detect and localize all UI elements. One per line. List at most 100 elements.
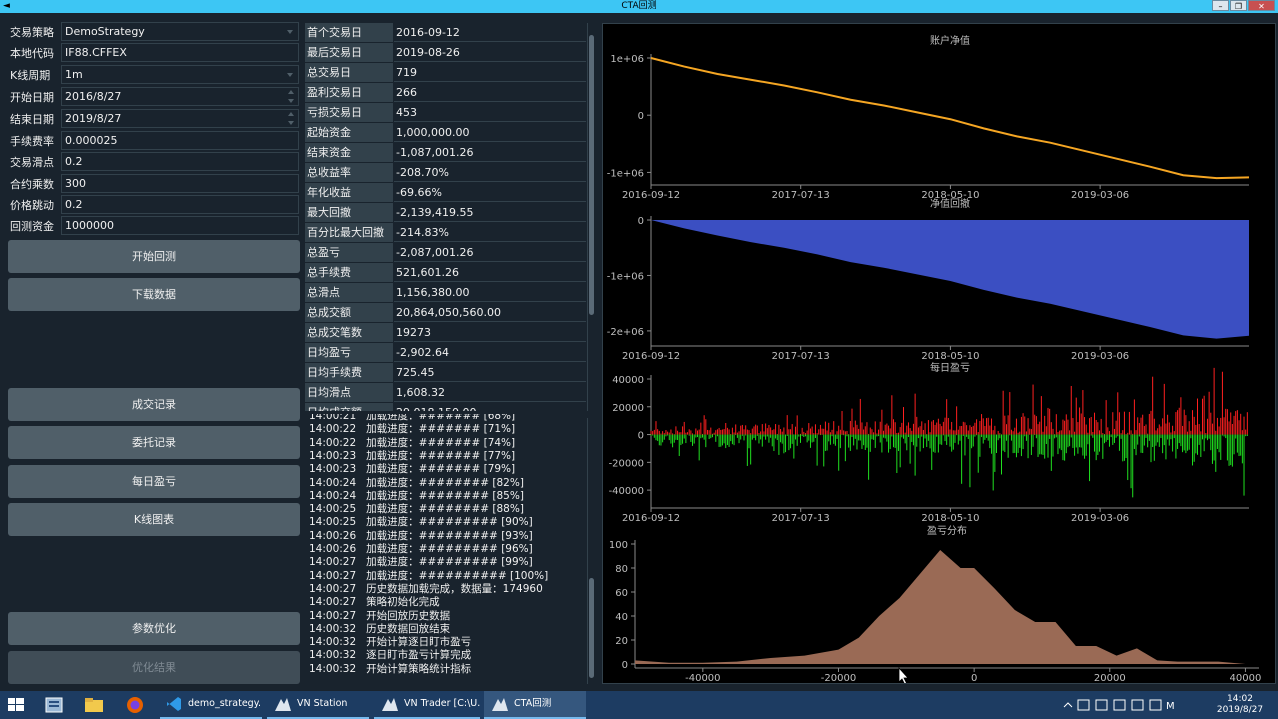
minimize-button[interactable]: –	[1212, 0, 1229, 11]
taskbar-item-label: VN Trader [C:\U...	[404, 698, 480, 709]
x-tick-label: 2017-07-13	[772, 351, 830, 362]
taskbar-item-vn-trader[interactable]: VN Trader [C:\U...	[374, 691, 480, 719]
stat-row: 最后交易日 2019-08-26	[305, 43, 590, 63]
stat-key: 盈利交易日	[305, 83, 393, 102]
log-message: 加载进度：####### [77%]	[366, 449, 516, 462]
statistics-scroll-thumb[interactable]	[589, 35, 594, 315]
y-tick-label: 60	[615, 588, 628, 599]
taskbar-item-label: demo_strategy....	[188, 698, 262, 709]
daily-pnl-button[interactable]: 每日盈亏	[8, 465, 300, 498]
log-message: 策略初始化完成	[366, 596, 440, 609]
stat-row: 最大回撤 -2,139,419.55	[305, 203, 590, 223]
param-optimize-button[interactable]: 参数优化	[8, 612, 300, 645]
optimize-result-button: 优化结果	[8, 651, 300, 684]
stat-value: 2016-09-12	[394, 23, 586, 42]
stat-key: 总成交额	[305, 303, 393, 322]
stat-row: 总成交额 20,864,050,560.00	[305, 303, 590, 323]
field-date-spinbox[interactable]: 2016/8/27	[61, 87, 299, 106]
form-row: 本地代码 IF88.CFFEX	[0, 42, 304, 63]
stat-row: 首个交易日 2016-09-12	[305, 23, 590, 43]
start-button[interactable]	[6, 695, 28, 715]
form-row: 回测资金 1000000	[0, 215, 304, 236]
form-row: 交易策略 DemoStrategy	[0, 21, 304, 42]
field-combobox[interactable]: 1m	[61, 65, 299, 84]
statistics-scrollbar[interactable]	[587, 23, 595, 411]
stat-row: 起始资金 1,000,000.00	[305, 123, 590, 143]
log-line: 14:00:26 加载进度：######### [96%]	[309, 543, 533, 556]
x-tick-label: 2018-05-10	[921, 351, 979, 362]
log-line: 14:00:23 加载进度：####### [77%]	[309, 450, 515, 463]
field-input[interactable]: 0.000025	[61, 131, 299, 150]
file-explorer-icon[interactable]	[83, 695, 105, 715]
stat-key: 首个交易日	[305, 23, 393, 42]
maximize-button[interactable]: ❐	[1230, 0, 1247, 11]
field-input[interactable]: 0.2	[61, 152, 299, 171]
close-button[interactable]: ✕	[1248, 0, 1275, 11]
field-input[interactable]: 300	[61, 174, 299, 193]
log-panel[interactable]: 14:00:21 加载进度：####### [68%] 14:00:22 加载进度…	[305, 414, 596, 684]
field-input[interactable]: IF88.CFFEX	[61, 43, 299, 62]
field-label: 交易策略	[10, 26, 54, 39]
y-tick-label: 1e+06	[610, 54, 644, 65]
stat-key: 总收益率	[305, 163, 393, 182]
field-input[interactable]: 1000000	[61, 216, 299, 235]
stat-value: 725.45	[394, 363, 586, 382]
y-tick-label: -1e+06	[607, 271, 644, 282]
field-label: 开始日期	[10, 91, 54, 104]
taskbar-item-cta-backtest[interactable]: CTA回测	[484, 691, 586, 719]
log-line: 14:00:27 加载进度：########## [100%]	[309, 570, 548, 583]
y-tick-label: -1e+06	[607, 168, 644, 179]
tray-clock[interactable]: 14:02 2019/8/27	[1210, 694, 1270, 716]
log-message: 历史数据回放结束	[366, 622, 451, 635]
taskbar-item-vn-station[interactable]: VN Station	[267, 691, 369, 719]
stat-row: 总滑点 1,156,380.00	[305, 283, 590, 303]
log-message: 加载进度：######## [88%]	[366, 503, 524, 516]
log-time: 14:00:22	[309, 436, 357, 449]
log-message: 逐日盯市盈亏计算完成	[366, 649, 472, 662]
download-data-button[interactable]: 下载数据	[8, 278, 300, 311]
x-tick-label: 2019-03-06	[1071, 351, 1129, 362]
stat-row: 总成交笔数 19273	[305, 323, 590, 343]
stat-value: 719	[394, 63, 586, 82]
log-scrollbar[interactable]	[587, 418, 595, 684]
log-message: 加载进度：########## [100%]	[366, 569, 549, 582]
field-input[interactable]: 0.2	[61, 195, 299, 214]
clock-time: 14:02	[1227, 694, 1253, 704]
log-scroll-thumb[interactable]	[589, 578, 594, 678]
log-line: 14:00:23 加载进度：####### [79%]	[309, 463, 515, 476]
log-message: 加载进度：######### [99%]	[366, 556, 533, 569]
tray-app-icon	[1131, 699, 1144, 711]
start-backtest-button[interactable]: 开始回测	[8, 240, 300, 273]
order-records-button[interactable]: 委托记录	[8, 426, 300, 459]
kline-chart-button[interactable]: K线图表	[8, 503, 300, 536]
field-label: 合约乘数	[10, 178, 54, 191]
server-manager-icon[interactable]	[43, 695, 65, 715]
chart-title: 净值回撤	[930, 197, 970, 210]
field-label: 交易滑点	[10, 156, 54, 169]
stat-key: 结束资金	[305, 143, 393, 162]
x-tick-label: 20000	[1094, 673, 1126, 683]
stat-value: 266	[394, 83, 586, 102]
log-time: 14:00:32	[309, 649, 357, 662]
field-combobox[interactable]: DemoStrategy	[61, 22, 299, 41]
log-time: 14:00:27	[309, 569, 357, 582]
stat-key: 日均成交额	[305, 403, 393, 411]
stat-value: -208.70%	[394, 163, 586, 182]
trade-records-button[interactable]: 成交记录	[8, 388, 300, 421]
stat-key: 年化收益	[305, 183, 393, 202]
y-tick-label: -40000	[609, 486, 644, 497]
statistics-table[interactable]: 首个交易日 2016-09-12 最后交易日 2019-08-26 总交易日 719 盈利交…	[305, 23, 596, 411]
log-time: 14:00:27	[309, 556, 357, 569]
form-row: 交易滑点 0.2	[0, 151, 304, 172]
log-time: 14:00:21	[309, 414, 357, 422]
log-message: 加载进度：####### [79%]	[366, 463, 516, 476]
stat-row: 日均成交额29,018,150.00	[305, 403, 590, 411]
stat-key: 总交易日	[305, 63, 393, 82]
field-date-spinbox[interactable]: 2019/8/27	[61, 109, 299, 128]
firefox-icon[interactable]	[124, 695, 146, 715]
x-tick-label: 2017-07-13	[772, 190, 830, 201]
y-tick-label: 0	[622, 660, 628, 671]
taskbar-item-vscode[interactable]: demo_strategy....	[160, 691, 262, 719]
stat-value: 2019-08-26	[394, 43, 586, 62]
log-time: 14:00:22	[309, 423, 357, 436]
